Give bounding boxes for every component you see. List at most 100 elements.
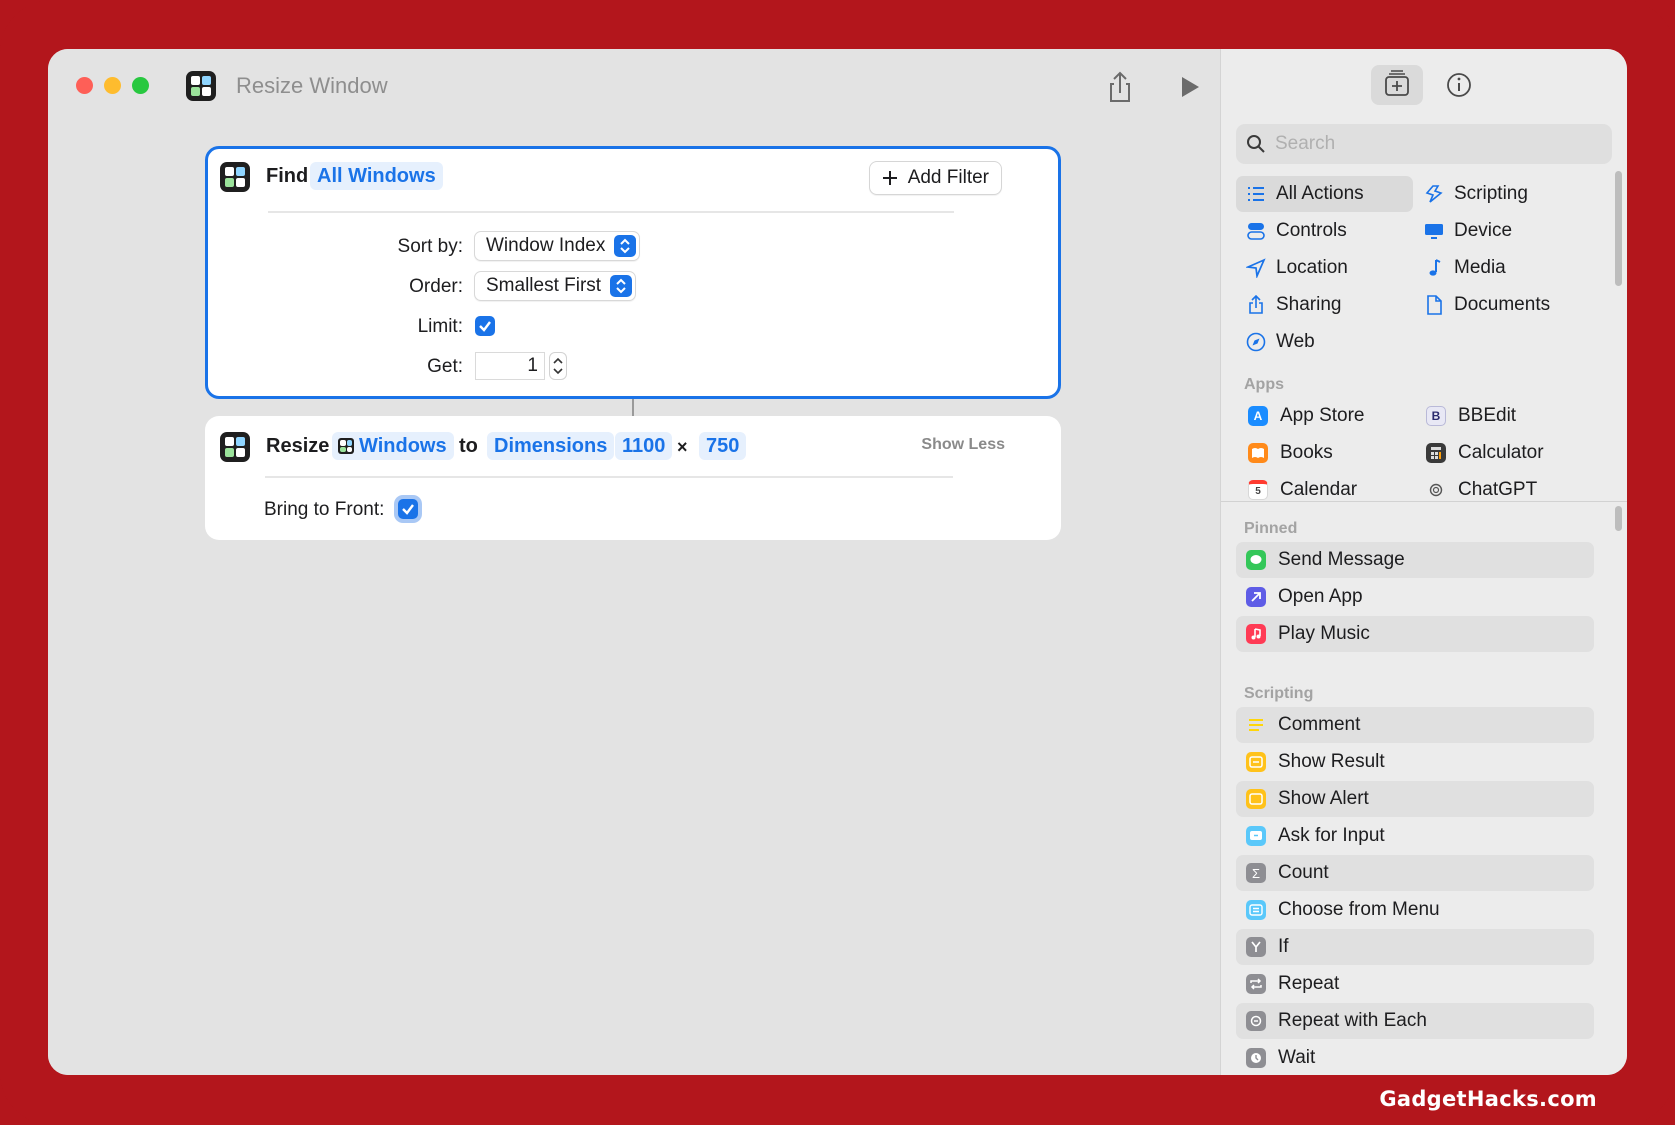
action-choose-from-menu[interactable]: Choose from Menu [1236,892,1594,928]
sort-by-label: Sort by: [397,236,463,257]
repeat-icon [1246,974,1266,994]
app-label: Calendar [1280,479,1358,500]
windows-variable-icon [338,438,354,454]
action-wait[interactable]: Wait [1236,1040,1594,1075]
watermark: GadgetHacks.com [1379,1087,1597,1111]
category-documents[interactable]: Documents [1414,287,1594,323]
list-icon [1246,184,1266,204]
message-bubble-icon [1246,550,1266,570]
run-button[interactable] [1171,69,1207,105]
action-label: Choose from Menu [1278,899,1440,920]
action-library-button[interactable] [1371,65,1423,105]
resize-verb: Resize [266,435,330,457]
music-note-icon [1246,624,1266,644]
close-window-button[interactable] [76,77,93,94]
category-label: Device [1454,220,1513,241]
search-icon [1247,135,1265,153]
app-bbedit[interactable]: B BBEdit [1414,398,1516,434]
sort-by-popup[interactable]: Window Index [474,231,641,261]
action-label: Show Alert [1278,788,1369,809]
action-show-result[interactable]: Show Result [1236,744,1594,780]
add-filter-button[interactable]: Add Filter [868,161,1002,195]
library-add-icon [1385,70,1409,96]
category-label: All Actions [1276,183,1364,204]
minimize-window-button[interactable] [104,77,121,94]
action-repeat[interactable]: Repeat [1236,966,1594,1002]
to-label: to [459,435,478,457]
share-button[interactable] [1102,69,1138,105]
category-media[interactable]: Media [1414,250,1594,286]
category-location[interactable]: Location [1236,250,1413,286]
window-title[interactable]: Resize Window [236,73,388,99]
action-show-alert[interactable]: Show Alert [1236,781,1594,817]
details-button[interactable] [1433,65,1485,105]
category-label: Controls [1276,220,1347,241]
category-web[interactable]: Web [1236,324,1413,360]
category-controls[interactable]: Controls [1236,213,1413,249]
windows-token-label: Windows [359,435,447,457]
action-label: Count [1278,862,1329,883]
sidebar-split-divider[interactable] [1221,501,1627,502]
bbedit-icon: B [1426,406,1446,426]
categories-scrollbar[interactable] [1615,171,1622,286]
info-icon [1447,73,1471,97]
windows-action-icon [220,432,250,462]
limit-checkbox[interactable] [475,316,495,336]
action-comment[interactable]: Comment [1236,707,1594,743]
find-windows-action[interactable]: Find All Windows Add Filter Sort by: Win… [205,146,1061,399]
category-sharing[interactable]: Sharing [1236,287,1413,323]
bring-to-front-checkbox[interactable] [398,499,418,519]
get-count-stepper[interactable] [549,352,567,380]
category-all-actions[interactable]: All Actions [1236,176,1413,212]
app-calculator[interactable]: Calculator [1414,435,1544,471]
windows-token[interactable]: Windows [332,432,454,460]
order-label: Order: [409,276,463,297]
action-ask-for-input[interactable]: Ask for Input [1236,818,1594,854]
zoom-window-button[interactable] [132,77,149,94]
get-count-field[interactable]: 1 [475,352,545,380]
scripting-section-label: Scripting [1244,685,1314,702]
category-device[interactable]: Device [1414,213,1594,249]
action-label: Wait [1278,1047,1316,1068]
action-send-message[interactable]: Send Message [1236,542,1594,578]
plus-icon [882,171,897,185]
app-books[interactable]: Books [1236,435,1333,471]
order-popup[interactable]: Smallest First [474,271,637,301]
action-count[interactable]: Σ Count [1236,855,1594,891]
stepper-arrows-icon [553,357,563,375]
category-scripting[interactable]: Scripting [1414,176,1594,212]
get-label: Get: [427,356,463,377]
search-input[interactable] [1275,133,1595,155]
editor-pane: Resize Window Find All Windows Add Filte… [48,49,1220,1075]
category-label: Scripting [1454,183,1528,204]
order-value: Smallest First [486,275,602,296]
action-label: Comment [1278,714,1361,735]
shortcut-icon[interactable] [186,71,216,101]
music-note-icon [1424,258,1444,278]
chatgpt-icon [1426,480,1446,500]
times-sign: × [677,437,688,457]
action-play-music[interactable]: Play Music [1236,616,1594,652]
width-token[interactable]: 1100 [615,432,673,460]
checkmark-icon [479,321,491,332]
dimensions-token[interactable]: Dimensions [487,432,615,460]
app-app-store[interactable]: A App Store [1236,398,1365,434]
repeat-each-icon [1246,1011,1266,1031]
apps-section-label: Apps [1244,376,1284,393]
app-calendar[interactable]: 5 Calendar [1236,472,1357,508]
action-if[interactable]: If [1236,929,1594,965]
title-bar: Resize Window [48,49,1220,129]
resize-window-action[interactable]: Resize Windows to Dimensions 1100 × 750 … [205,416,1061,540]
all-windows-token[interactable]: All Windows [310,162,443,190]
display-icon [1424,221,1444,241]
show-less-button[interactable]: Show Less [921,436,1005,454]
action-search[interactable] [1236,124,1612,164]
action-repeat-with-each[interactable]: Repeat with Each [1236,1003,1594,1039]
app-chatgpt[interactable]: ChatGPT [1414,472,1537,508]
app-label: Calculator [1458,442,1544,463]
height-token[interactable]: 750 [699,432,747,460]
action-label: Open App [1278,586,1363,607]
action-open-app[interactable]: Open App [1236,579,1594,615]
actions-scrollbar[interactable] [1615,506,1622,531]
comment-lines-icon [1246,715,1266,735]
